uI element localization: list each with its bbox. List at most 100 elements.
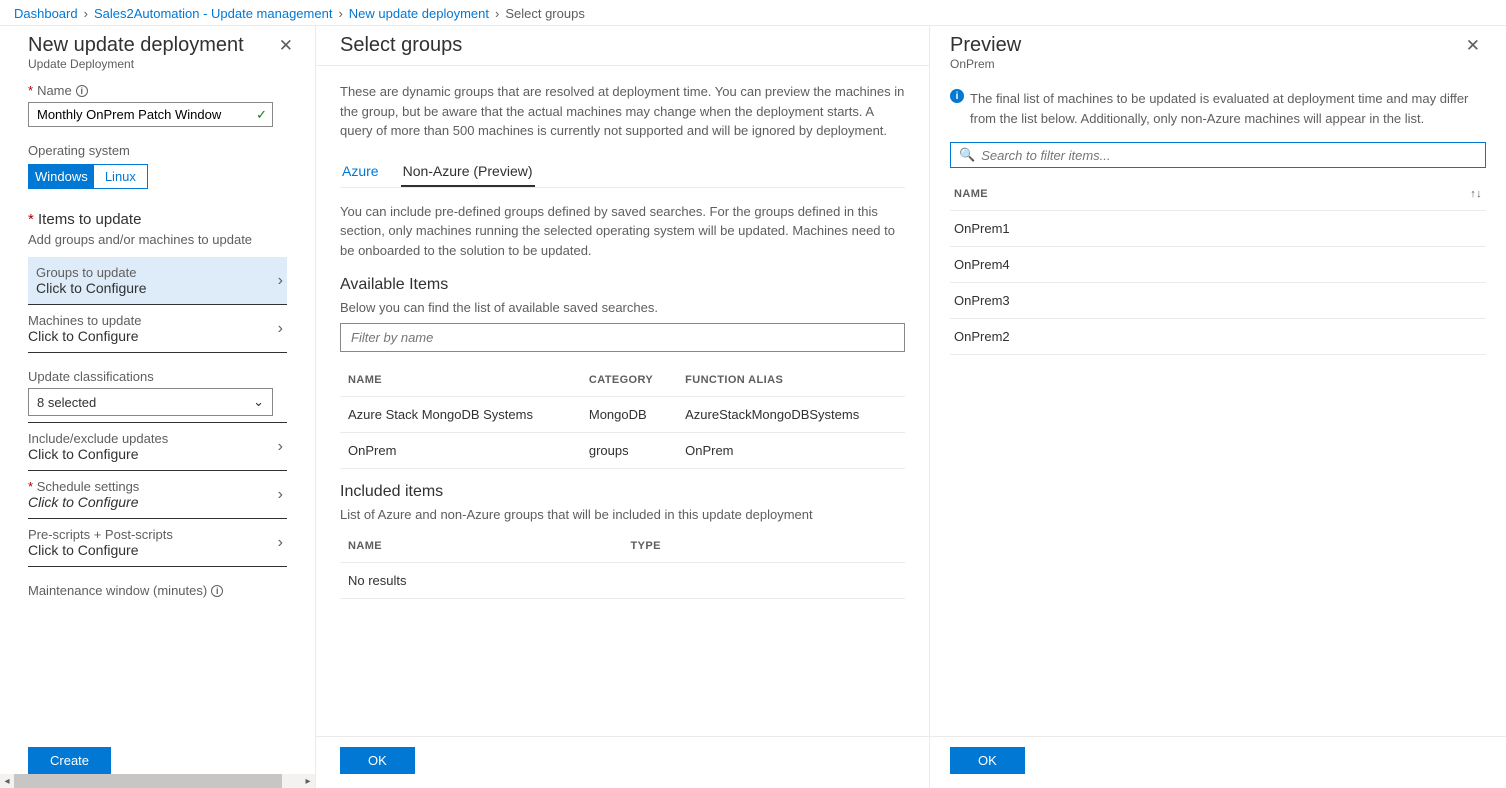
required-marker: * [28,211,34,228]
col-name[interactable]: NAME [340,364,581,397]
table-row[interactable]: Azure Stack MongoDB Systems MongoDB Azur… [340,397,905,433]
scripts-value: Click to Configure [28,542,173,558]
col-alias[interactable]: FUNCTION ALIAS [677,364,905,397]
checkmark-icon: ✓ [256,107,267,123]
info-icon[interactable]: i [211,585,223,597]
chevron-right-icon: › [278,486,287,504]
classifications-label: Update classifications [28,369,287,384]
list-item[interactable]: OnPrem1 [950,211,1486,247]
required-marker: * [28,83,33,98]
classifications-value: 8 selected [37,395,96,410]
list-item[interactable]: OnPrem3 [950,283,1486,319]
sort-icon[interactable]: ↑↓ [1470,188,1482,200]
info-icon: i [950,89,964,103]
os-linux-button[interactable]: Linux [94,165,147,188]
tab-azure[interactable]: Azure [340,157,381,187]
scrollbar-thumb[interactable] [14,774,282,788]
list-item[interactable]: OnPrem4 [950,247,1486,283]
name-input[interactable] [28,102,273,127]
tabs: Azure Non-Azure (Preview) [340,157,905,188]
name-label: Name [37,83,72,98]
cell-name: Azure Stack MongoDB Systems [340,397,581,433]
list-item[interactable]: OnPrem2 [950,319,1486,355]
machines-label: Machines to update [28,313,141,328]
breadcrumb-new-deployment[interactable]: New update deployment [349,6,489,21]
col-category[interactable]: CATEGORY [581,364,677,397]
chevron-right-icon: › [84,6,88,21]
search-icon: 🔍 [959,147,975,163]
os-windows-button[interactable]: Windows [29,165,94,188]
close-icon[interactable]: ✕ [1460,34,1486,58]
create-button[interactable]: Create [28,747,111,774]
chevron-right-icon: › [338,6,342,21]
available-items-title: Available Items [340,276,905,294]
col-type[interactable]: TYPE [623,530,906,563]
breadcrumb: Dashboard › Sales2Automation - Update ma… [0,0,1506,26]
machines-to-update-item[interactable]: Machines to update Click to Configure › [28,305,287,353]
scroll-left-icon[interactable]: ◂ [0,774,14,788]
breadcrumb-current: Select groups [505,6,585,21]
included-items-title: Included items [340,483,905,501]
breadcrumb-dashboard[interactable]: Dashboard [14,6,78,21]
schedule-label: Schedule settings [37,479,140,494]
scroll-right-icon[interactable]: ▸ [301,774,315,788]
chevron-down-icon: ⌄ [253,394,264,410]
preview-info-text: The final list of machines to be updated… [970,89,1486,128]
breadcrumb-automation[interactable]: Sales2Automation - Update management [94,6,332,21]
tab-non-azure[interactable]: Non-Azure (Preview) [401,157,535,187]
ok-button[interactable]: OK [340,747,415,774]
os-toggle: Windows Linux [28,164,148,189]
chevron-right-icon: › [278,438,287,456]
select-groups-panel: Select groups These are dynamic groups t… [316,26,930,788]
col-name[interactable]: NAME [340,530,623,563]
include-value: Click to Configure [28,446,168,462]
include-exclude-item[interactable]: Include/exclude updates Click to Configu… [28,423,287,471]
panel-title: New update deployment [28,34,244,57]
available-table: NAME CATEGORY FUNCTION ALIAS Azure Stack… [340,364,905,469]
col-name[interactable]: NAME [954,188,988,200]
maintenance-label: Maintenance window (minutes) [28,583,207,598]
cell-category: MongoDB [581,397,677,433]
select-groups-title: Select groups [340,34,905,57]
cell-alias: AzureStackMongoDBSystems [677,397,905,433]
chevron-right-icon: › [278,534,287,552]
search-input[interactable] [981,148,1477,163]
close-icon[interactable]: ✕ [273,34,299,58]
required-marker: * [28,479,33,494]
filter-input[interactable] [340,323,905,352]
table-row-empty: No results [340,563,905,599]
items-to-update-heading: Items to update [38,211,141,228]
cell-name: OnPrem [340,433,581,469]
ok-button[interactable]: OK [950,747,1025,774]
chevron-right-icon: › [278,272,287,290]
groups-value: Click to Configure [36,280,147,296]
search-wrap[interactable]: 🔍 [950,142,1486,168]
os-label: Operating system [28,143,287,158]
horizontal-scrollbar[interactable]: ◂ ▸ [0,774,315,788]
schedule-settings-item[interactable]: * Schedule settings Click to Configure › [28,471,287,519]
available-items-sub: Below you can find the list of available… [340,300,905,315]
scripts-label: Pre-scripts + Post-scripts [28,527,173,542]
new-deployment-panel: New update deployment Update Deployment … [0,26,316,788]
included-table: NAME TYPE No results [340,530,905,599]
info-icon[interactable]: i [76,85,88,97]
classifications-select[interactable]: 8 selected ⌄ [28,388,273,416]
groups-to-update-item[interactable]: Groups to update Click to Configure › [28,257,287,305]
select-groups-desc: These are dynamic groups that are resolv… [340,82,905,141]
no-results: No results [340,563,905,599]
panel-subtitle: Update Deployment [28,57,244,71]
cell-alias: OnPrem [677,433,905,469]
included-items-sub: List of Azure and non-Azure groups that … [340,507,905,522]
preview-subtitle: OnPrem [950,57,1021,71]
items-to-update-sub: Add groups and/or machines to update [28,232,287,247]
preview-title: Preview [950,34,1021,57]
groups-label: Groups to update [36,265,147,280]
tab-desc: You can include pre-defined groups defin… [340,202,905,261]
machines-value: Click to Configure [28,328,141,344]
table-row[interactable]: OnPrem groups OnPrem [340,433,905,469]
include-label: Include/exclude updates [28,431,168,446]
schedule-value: Click to Configure [28,494,139,510]
chevron-right-icon: › [278,320,287,338]
scripts-item[interactable]: Pre-scripts + Post-scripts Click to Conf… [28,519,287,567]
cell-category: groups [581,433,677,469]
